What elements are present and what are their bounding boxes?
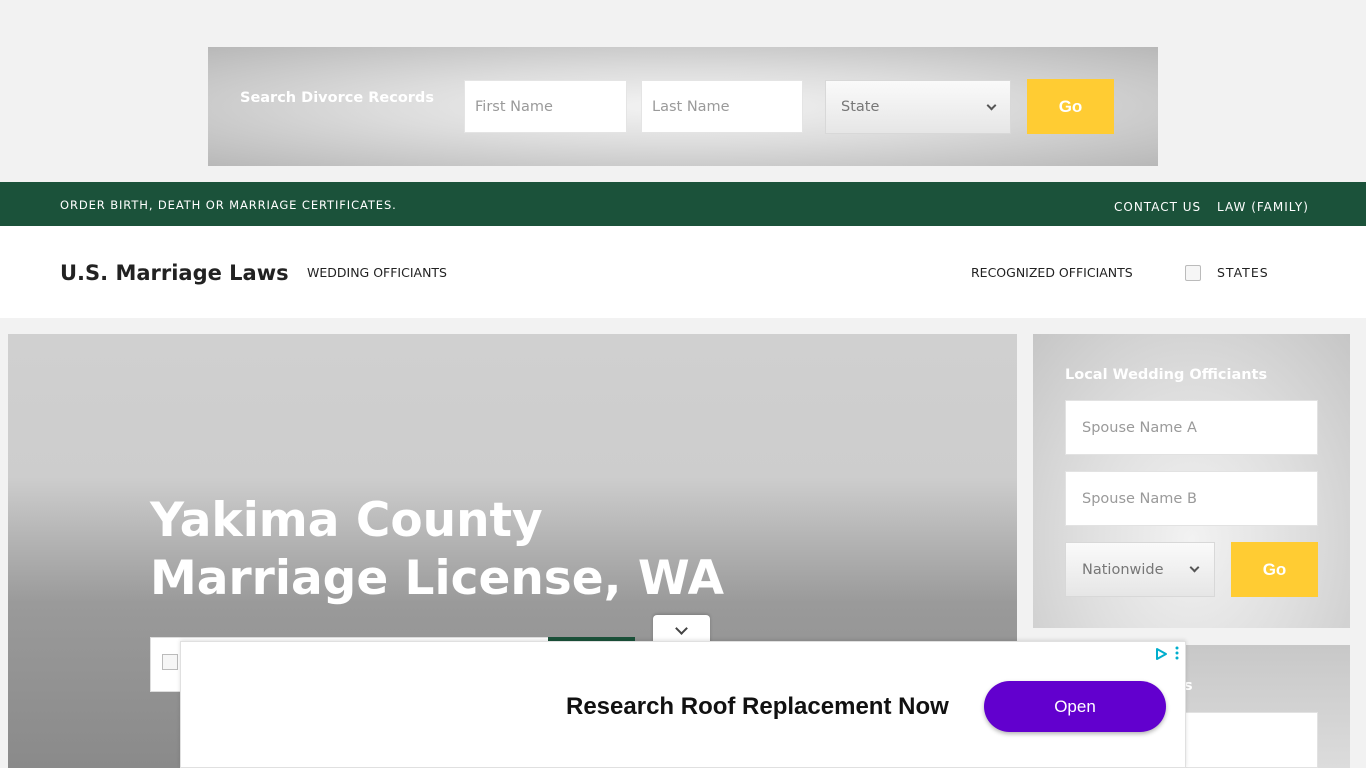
location-select-value: Nationwide	[1082, 561, 1164, 578]
chevron-down-icon	[986, 100, 997, 110]
states-flag-icon	[1185, 265, 1201, 281]
officiant-panel-title: Local Wedding Officiants	[1065, 367, 1268, 383]
page-title: Yakima County Marriage License, WA	[150, 493, 724, 606]
state-select-value: State	[841, 99, 880, 115]
nav-recognized-officiants[interactable]: RECOGNIZED OFFICIANTS	[971, 265, 1133, 280]
site-logo[interactable]: U.S. Marriage Laws	[60, 261, 289, 285]
main-navbar: U.S. Marriage Laws WEDDING OFFICIANTS RE…	[0, 226, 1366, 318]
bottom-ad-banner[interactable]: Research Roof Replacement Now Open	[180, 641, 1186, 768]
broken-image-icon	[162, 654, 178, 670]
divorce-search-title: Search Divorce Records	[240, 90, 434, 106]
contact-us-link[interactable]: CONTACT US	[1114, 200, 1201, 214]
ad-open-button[interactable]: Open	[984, 681, 1166, 732]
top-utility-bar: ORDER BIRTH, DEATH OR MARRIAGE CERTIFICA…	[0, 182, 1366, 226]
divorce-search-go-button[interactable]: Go	[1027, 79, 1114, 134]
spouse-b-input[interactable]	[1065, 471, 1318, 526]
nav-wedding-officiants[interactable]: WEDDING OFFICIANTS	[307, 265, 447, 280]
adchoices-icon[interactable]	[1154, 647, 1168, 661]
chevron-down-icon	[675, 621, 688, 635]
more-options-icon[interactable]	[1174, 646, 1180, 660]
ad-headline[interactable]: Research Roof Replacement Now	[566, 693, 949, 721]
officiant-search-go-button[interactable]: Go	[1231, 542, 1318, 597]
last-name-input[interactable]	[641, 80, 803, 133]
location-select[interactable]: Nationwide	[1065, 542, 1215, 597]
order-certificates-link[interactable]: ORDER BIRTH, DEATH OR MARRIAGE CERTIFICA…	[60, 198, 397, 212]
officiant-search-panel: Local Wedding Officiants Nationwide Go	[1033, 334, 1350, 628]
divorce-search-banner: Search Divorce Records State Go	[208, 47, 1158, 166]
spouse-a-input[interactable]	[1065, 400, 1318, 455]
nav-states[interactable]: STATES	[1217, 265, 1269, 280]
state-select[interactable]: State	[825, 80, 1011, 134]
law-family-link[interactable]: LAW (FAMILY)	[1217, 200, 1309, 214]
first-name-input[interactable]	[464, 80, 627, 133]
chevron-down-icon	[1189, 562, 1200, 573]
